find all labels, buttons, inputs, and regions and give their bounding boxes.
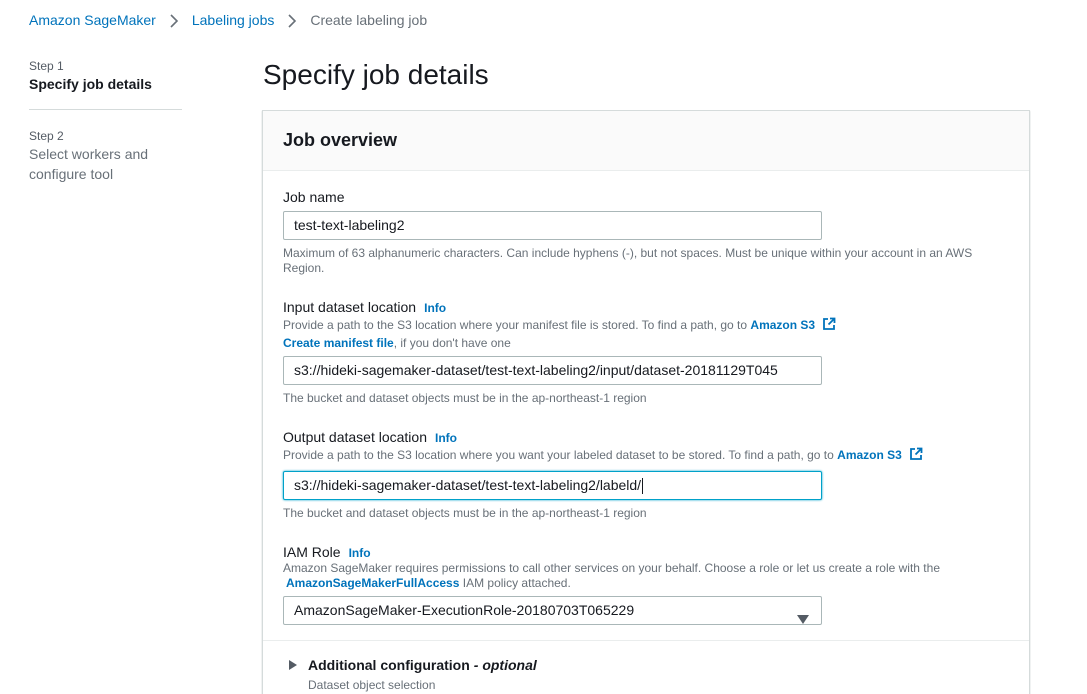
output-location-value: s3://hideki-sagemaker-dataset/test-text-… xyxy=(294,477,642,493)
job-name-hint: Maximum of 63 alphanumeric characters. C… xyxy=(283,246,973,275)
output-location-desc: Provide a path to the S3 location where … xyxy=(283,447,923,465)
step-1: Step 1 Specify job details xyxy=(29,58,182,94)
output-location-info-link[interactable]: Info xyxy=(435,431,457,445)
output-location-hint: The bucket and dataset objects must be i… xyxy=(283,506,647,520)
step-1-title: Specify job details xyxy=(29,76,152,92)
panel-header: Job overview xyxy=(263,111,1029,171)
input-location-hint: The bucket and dataset objects must be i… xyxy=(283,391,647,405)
job-name-label-row: Job name xyxy=(283,188,344,207)
external-link-icon[interactable] xyxy=(822,317,836,335)
step-2-title: Select workers and configure tool xyxy=(29,146,149,182)
full-access-policy-link[interactable]: AmazonSageMakerFullAccess xyxy=(286,576,459,590)
create-manifest-link[interactable]: Create manifest file xyxy=(283,336,394,350)
panel-title: Job overview xyxy=(283,130,398,150)
input-location-info-link[interactable]: Info xyxy=(424,301,446,315)
iam-role-policy-suffix: IAM policy attached. xyxy=(462,576,571,590)
breadcrumb-labeling-jobs[interactable]: Labeling jobs xyxy=(192,12,275,28)
input-location-value: s3://hideki-sagemaker-dataset/test-text-… xyxy=(294,362,778,378)
section-divider xyxy=(263,640,1029,641)
iam-role-label: IAM Role xyxy=(283,544,341,560)
text-cursor xyxy=(642,478,644,495)
iam-role-selected: AmazonSageMaker-ExecutionRole-20180703T0… xyxy=(294,602,635,618)
input-location-input[interactable]: s3://hideki-sagemaker-dataset/test-text-… xyxy=(283,356,822,385)
wizard-steps: Step 1 Specify job details Step 2 Select… xyxy=(29,58,182,184)
input-location-label-row: Input dataset location Info xyxy=(283,298,446,317)
iam-role-label-row: IAM Role Info xyxy=(283,543,371,562)
caret-down-icon xyxy=(797,606,809,633)
additional-configuration-optional: - optional xyxy=(473,657,537,673)
input-location-desc-text: Provide a path to the S3 location where … xyxy=(283,318,748,332)
output-location-label: Output dataset location xyxy=(283,429,427,445)
iam-role-select[interactable]: AmazonSageMaker-ExecutionRole-20180703T0… xyxy=(283,596,822,625)
breadcrumb-current: Create labeling job xyxy=(310,12,428,28)
job-name-input[interactable]: test-text-labeling2 xyxy=(283,211,822,240)
breadcrumb: Amazon SageMaker Labeling jobs Create la… xyxy=(29,11,427,29)
iam-role-desc: Amazon SageMaker requires permissions to… xyxy=(283,561,983,591)
input-location-desc: Provide a path to the S3 location where … xyxy=(283,317,836,335)
output-location-label-row: Output dataset location Info xyxy=(283,428,457,447)
job-overview-panel: Job overview Job name test-text-labeling… xyxy=(262,110,1030,694)
step-2-number: Step 2 xyxy=(29,129,64,143)
job-name-label: Job name xyxy=(283,189,345,205)
step-divider xyxy=(29,109,182,110)
output-location-input[interactable]: s3://hideki-sagemaker-dataset/test-text-… xyxy=(283,471,822,500)
manifest-row: Create manifest file, if you don't have … xyxy=(283,336,511,351)
additional-configuration-toggle[interactable]: Additional configuration - optional xyxy=(289,657,537,673)
chevron-right-icon xyxy=(156,12,192,28)
manifest-suffix: , if you don't have one xyxy=(393,336,511,350)
caret-right-icon xyxy=(289,660,297,670)
input-location-label: Input dataset location xyxy=(283,299,417,315)
page-title: Specify job details xyxy=(263,59,489,90)
step-1-number: Step 1 xyxy=(29,59,64,73)
iam-role-desc-text: Amazon SageMaker requires permissions to… xyxy=(283,561,940,575)
output-amazon-s3-link[interactable]: Amazon S3 xyxy=(837,448,902,462)
external-link-icon[interactable] xyxy=(909,447,923,465)
iam-role-info-link[interactable]: Info xyxy=(349,546,371,560)
input-amazon-s3-link[interactable]: Amazon S3 xyxy=(750,318,815,332)
step-2: Step 2 Select workers and configure tool xyxy=(29,128,182,184)
job-name-value: test-text-labeling2 xyxy=(294,217,405,233)
chevron-right-icon xyxy=(274,12,310,28)
additional-configuration-title: Additional configuration xyxy=(308,657,470,673)
additional-configuration-sub: Dataset object selection xyxy=(308,678,436,692)
breadcrumb-sagemaker[interactable]: Amazon SageMaker xyxy=(29,12,156,28)
output-location-desc-text: Provide a path to the S3 location where … xyxy=(283,448,834,462)
additional-configuration: Additional configuration - optional Data… xyxy=(289,657,537,692)
